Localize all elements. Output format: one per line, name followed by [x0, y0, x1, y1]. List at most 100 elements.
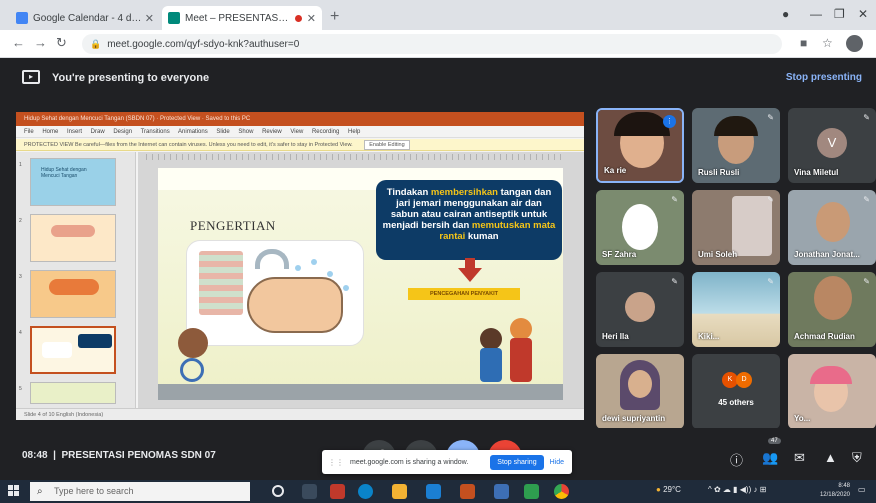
speaking-indicator-icon: ⋮: [663, 115, 676, 128]
participant-name: Kiki...: [698, 332, 720, 341]
participant-tile[interactable]: ✎ Jonathan Jonat...: [788, 190, 876, 265]
activities-icon[interactable]: ▲: [824, 450, 837, 465]
participant-tile[interactable]: ✎ Heri Ila: [596, 272, 684, 347]
tab-title: Meet – PRESENTASI PENOM: [185, 12, 290, 24]
slide-thumbnail[interactable]: [30, 270, 116, 318]
meeting-details-icon[interactable]: ⓘ: [730, 450, 743, 469]
back-icon[interactable]: ←: [12, 35, 25, 50]
edge-icon[interactable]: [358, 484, 373, 499]
participant-avatar: V: [817, 128, 847, 158]
muted-mic-icon: ✎: [863, 277, 870, 286]
muted-mic-icon: ✎: [863, 195, 870, 204]
file-explorer-icon[interactable]: [392, 484, 407, 499]
meet-favicon-icon: [168, 12, 180, 24]
close-window-icon[interactable]: ✕: [858, 7, 868, 21]
windows-taskbar: ⌕ Type here to search ● 29°C ^ ✿ ☁ ▮ ◀))…: [0, 480, 876, 503]
browser-toolbar: ← → ↻ 🔒 meet.google.com/qyf-sdyo-knk?aut…: [0, 30, 876, 58]
camera-indicator-icon[interactable]: ■: [800, 36, 807, 50]
people-icon[interactable]: 👥: [762, 450, 778, 466]
present-screen-icon: ▸: [22, 70, 40, 84]
notification-icon[interactable]: ▭: [858, 485, 866, 494]
participant-tile[interactable]: ⋮ Ka rie: [596, 108, 684, 183]
participant-tile[interactable]: ✎ Umi Soleh: [692, 190, 780, 265]
forward-icon[interactable]: →: [34, 35, 47, 50]
handwashing-illustration: [186, 240, 364, 346]
presenting-message: You're presenting to everyone: [52, 72, 210, 84]
address-bar[interactable]: 🔒 meet.google.com/qyf-sdyo-knk?authuser=…: [82, 34, 782, 54]
new-tab-button[interactable]: +: [330, 8, 339, 26]
taskbar-app-icon[interactable]: [330, 484, 345, 499]
tab-google-meet[interactable]: Meet – PRESENTASI PENOM ✕: [162, 6, 322, 30]
thumbnail-caption: Hidup Sehat dengan Mencuci Tangan: [41, 167, 87, 179]
slide-thumbnail[interactable]: [30, 214, 116, 262]
participant-name: Vina Miletul: [794, 168, 839, 177]
stop-presenting-button[interactable]: Stop presenting: [786, 72, 862, 83]
others-count: 45 others: [718, 398, 754, 407]
taskbar-app-icon[interactable]: [302, 484, 317, 499]
store-icon[interactable]: [426, 484, 441, 499]
slide-thumbnail-selected[interactable]: [30, 326, 116, 374]
participant-tile[interactable]: V ✎ Vina Miletul: [788, 108, 876, 183]
enable-editing-button[interactable]: Enable Editing: [364, 140, 410, 150]
host-controls-icon[interactable]: ⛨: [852, 450, 862, 466]
task-view-icon[interactable]: [272, 485, 284, 497]
clock-time: 8:48: [838, 483, 850, 489]
participant-avatar: D: [736, 372, 752, 388]
browser-tab-strip: Google Calendar - 4 days, starti ✕ Meet …: [0, 0, 876, 30]
participant-name: Achmad Rudian: [794, 332, 855, 341]
participant-tile[interactable]: Yo...: [788, 354, 876, 429]
prevention-label: PENCEGAHAN PENYAKIT: [408, 288, 520, 300]
ppt-menu-bar: File Home Insert Draw Design Transitions…: [16, 126, 584, 138]
weather-icon: ●: [656, 485, 661, 494]
drag-handle-icon[interactable]: ⋮⋮: [328, 458, 344, 467]
taskbar-app-icon[interactable]: [494, 484, 509, 499]
hide-button[interactable]: Hide: [550, 459, 564, 466]
participant-tile[interactable]: ✎ Achmad Rudian: [788, 272, 876, 347]
slide-thumbnail[interactable]: Hidup Sehat dengan Mencuci Tangan: [30, 158, 116, 206]
participant-name: Yo...: [794, 414, 811, 423]
close-tab-icon[interactable]: ✕: [145, 12, 154, 25]
muted-mic-icon: ✎: [863, 113, 870, 122]
profile-avatar[interactable]: [846, 35, 863, 52]
tab-google-calendar[interactable]: Google Calendar - 4 days, starti ✕: [10, 6, 160, 30]
participant-name: Jonathan Jonat...: [794, 250, 860, 259]
participant-tile[interactable]: ✎ Kiki...: [692, 272, 780, 347]
lock-icon: 🔒: [90, 38, 102, 49]
others-tile[interactable]: K D 45 others: [692, 354, 780, 429]
slide-thumbnail-pane: 1 Hidup Sehat dengan Mencuci Tangan 2 3 …: [16, 152, 136, 408]
taskbar-clock[interactable]: 8:48 12/18/2020: [820, 482, 850, 500]
participant-tile[interactable]: ✎ SF Zahra: [596, 190, 684, 265]
taskbar-search-box[interactable]: ⌕ Type here to search: [30, 482, 250, 501]
slide-thumbnail[interactable]: [30, 382, 116, 404]
stop-sharing-button[interactable]: Stop sharing: [490, 454, 544, 470]
windows-start-icon[interactable]: [8, 485, 20, 497]
participant-tile[interactable]: ✎ Rusli Rusli: [692, 108, 780, 183]
thumbnail-number: 5: [19, 386, 22, 392]
participant-tile[interactable]: dewi supriyantin: [596, 354, 684, 429]
meeting-separator: |: [53, 450, 56, 461]
clock-date: 12/18/2020: [819, 492, 850, 498]
shared-screen: Hidup Sehat dengan Mencuci Tangan (SBDN …: [16, 112, 584, 420]
participant-avatar: [625, 292, 655, 322]
participant-name: SF Zahra: [602, 250, 637, 259]
chat-icon[interactable]: ✉: [794, 450, 805, 466]
sharing-message: meet.google.com is sharing a window.: [350, 458, 469, 466]
participant-name: Ka rie: [604, 166, 627, 175]
powerpoint-icon[interactable]: [460, 484, 475, 499]
close-tab-icon[interactable]: ✕: [307, 12, 316, 25]
reload-icon[interactable]: ↻: [56, 35, 67, 51]
bookmark-star-icon[interactable]: ☆: [822, 36, 833, 50]
people-count-badge: 47: [768, 438, 781, 444]
ruler: [146, 154, 566, 160]
protected-view-message: PROTECTED VIEW Be careful—files from the…: [24, 142, 353, 148]
weather-indicator[interactable]: ● 29°C: [656, 485, 681, 494]
maximize-icon[interactable]: ❐: [834, 7, 845, 21]
calendar-favicon-icon: [16, 12, 28, 24]
chrome-icon[interactable]: [554, 484, 569, 499]
system-tray-icons[interactable]: ^ ✿ ☁ ▮ ◀)) ♪ ⊞: [708, 485, 766, 494]
recording-dot-icon: [294, 14, 302, 22]
minimize-icon[interactable]: —: [810, 7, 822, 21]
profile-indicator-icon[interactable]: ●: [782, 7, 789, 21]
slide-title: PENGERTIAN: [190, 218, 276, 233]
taskbar-app-icon[interactable]: [524, 484, 539, 499]
